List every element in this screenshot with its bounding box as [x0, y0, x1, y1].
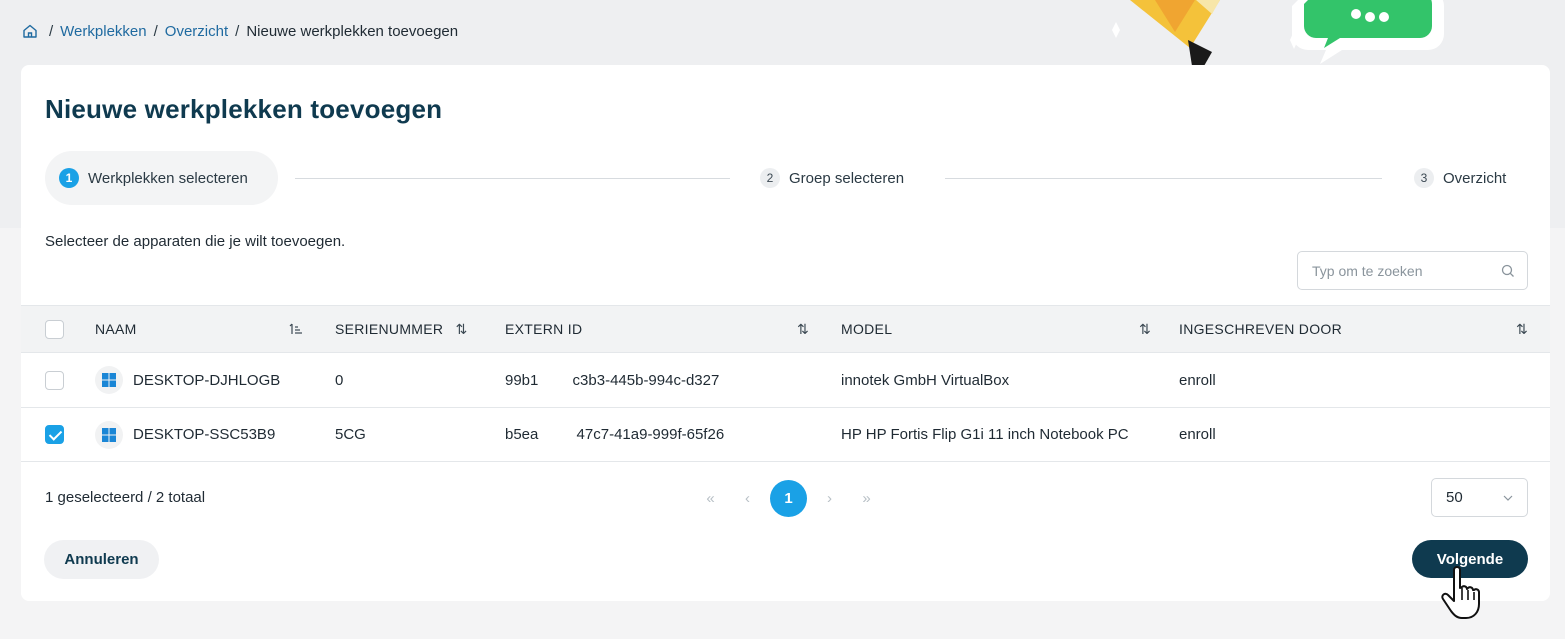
search-box: [1297, 251, 1528, 290]
table-row[interactable]: DESKTOP-DJHLOGB 0 99b1 c3b3-445b-994c-d3…: [21, 352, 1550, 408]
breadcrumb: / Werkplekken / Overzicht / Nieuwe werkp…: [22, 20, 458, 42]
sort-icon[interactable]: ⇅: [456, 321, 468, 337]
pencil-illustration: [1112, 0, 1220, 66]
column-header-model[interactable]: MODEL ⇅: [839, 305, 1179, 353]
step-werkplekken-selecteren[interactable]: 1 Werkplekken selecteren: [45, 151, 278, 205]
row-checkbox[interactable]: [45, 425, 64, 444]
sort-icon[interactable]: ⇅: [1139, 321, 1151, 338]
stepper: 1 Werkplekken selecteren 2 Groep selecte…: [45, 151, 1526, 205]
pagination: « ‹ 1 › »: [692, 479, 885, 517]
step-number: 3: [1414, 168, 1434, 188]
breadcrumb-link-werkplekken[interactable]: Werkplekken: [60, 23, 146, 40]
sort-icon[interactable]: ⇅: [1516, 321, 1528, 338]
enrolled-by: enroll: [1179, 352, 1550, 408]
devices-table: NAAM SERIENUMMER ⇅ EXTERN ID ⇅ MODEL ⇅ I…: [21, 305, 1550, 462]
step-divider: [295, 178, 730, 179]
page-button-current[interactable]: 1: [770, 479, 807, 517]
step-label: Overzicht: [1443, 169, 1507, 187]
table-header-row: NAAM SERIENUMMER ⇅ EXTERN ID ⇅ MODEL ⇅ I…: [21, 305, 1550, 353]
next-page-button[interactable]: ›: [811, 490, 848, 507]
cancel-button[interactable]: Annuleren: [44, 540, 159, 579]
breadcrumb-separator: /: [235, 22, 240, 40]
extern-id-rest: c3b3-445b-994c-d327: [572, 371, 720, 389]
device-name: DESKTOP-SSC53B9: [133, 426, 276, 443]
chevron-down-icon: [1503, 495, 1513, 501]
page-size-select[interactable]: 50: [1431, 478, 1528, 517]
step-groep-selecteren[interactable]: 2 Groep selecteren: [760, 151, 904, 205]
column-header-ingeschreven-door[interactable]: INGESCHREVEN DOOR ⇅: [1179, 305, 1550, 353]
row-checkbox[interactable]: [45, 370, 64, 390]
device-model: HP HP Fortis Flip G1i 11 inch Notebook P…: [839, 407, 1179, 462]
instruction-text: Selecteer de apparaten die je wilt toevo…: [45, 233, 346, 250]
serial-number: 5CG: [325, 407, 495, 462]
step-overzicht[interactable]: 3 Overzicht: [1414, 151, 1506, 205]
step-divider: [945, 178, 1382, 179]
prev-page-button[interactable]: ‹: [729, 490, 766, 507]
search-input[interactable]: [1312, 262, 1501, 279]
device-name: DESKTOP-DJHLOGB: [133, 371, 281, 389]
step-label: Groep selecteren: [789, 169, 905, 187]
breadcrumb-separator: /: [153, 22, 158, 40]
device-model: innotek GmbH VirtualBox: [839, 352, 1179, 408]
extern-id-prefix: b5ea: [505, 426, 539, 443]
last-page-button[interactable]: »: [848, 490, 885, 507]
windows-icon: [95, 420, 123, 449]
breadcrumb-current: Nieuwe werkplekken toevoegen: [246, 22, 459, 40]
chat-bubble-illustration: [1290, 0, 1444, 64]
enrolled-by: enroll: [1179, 407, 1550, 462]
breadcrumb-separator: /: [49, 22, 54, 40]
sort-icon[interactable]: ⇅: [797, 321, 809, 338]
hand-pointer-cursor-icon: [1441, 566, 1480, 619]
search-icon[interactable]: [1501, 264, 1515, 278]
home-icon[interactable]: [22, 23, 38, 39]
step-label: Werkplekken selecteren: [88, 169, 248, 187]
select-all-checkbox[interactable]: [45, 319, 64, 339]
wizard-card: Nieuwe werkplekken toevoegen 1 Werkplekk…: [21, 65, 1550, 601]
column-header-extern-id[interactable]: EXTERN ID ⇅: [495, 305, 839, 353]
extern-id-rest: 47c7-41a9-999f-65f26: [576, 426, 725, 443]
step-number: 2: [760, 168, 780, 188]
table-row[interactable]: DESKTOP-SSC53B9 5CG b5ea 47c7-41a9-999f-…: [21, 407, 1550, 462]
page-size-value: 50: [1446, 489, 1463, 506]
windows-icon: [95, 366, 123, 394]
selection-count: 1 geselecteerd / 2 totaal: [45, 489, 206, 506]
column-header-serienummer[interactable]: SERIENUMMER ⇅: [325, 305, 495, 353]
sort-ascending-icon[interactable]: [289, 323, 303, 335]
page-title: Nieuwe werkplekken toevoegen: [45, 94, 443, 124]
step-number: 1: [59, 168, 79, 188]
serial-number: 0: [325, 352, 495, 408]
extern-id-prefix: 99b1: [505, 371, 539, 389]
breadcrumb-link-overzicht[interactable]: Overzicht: [165, 23, 228, 40]
column-header-naam[interactable]: NAAM: [95, 305, 325, 353]
first-page-button[interactable]: «: [692, 490, 729, 507]
